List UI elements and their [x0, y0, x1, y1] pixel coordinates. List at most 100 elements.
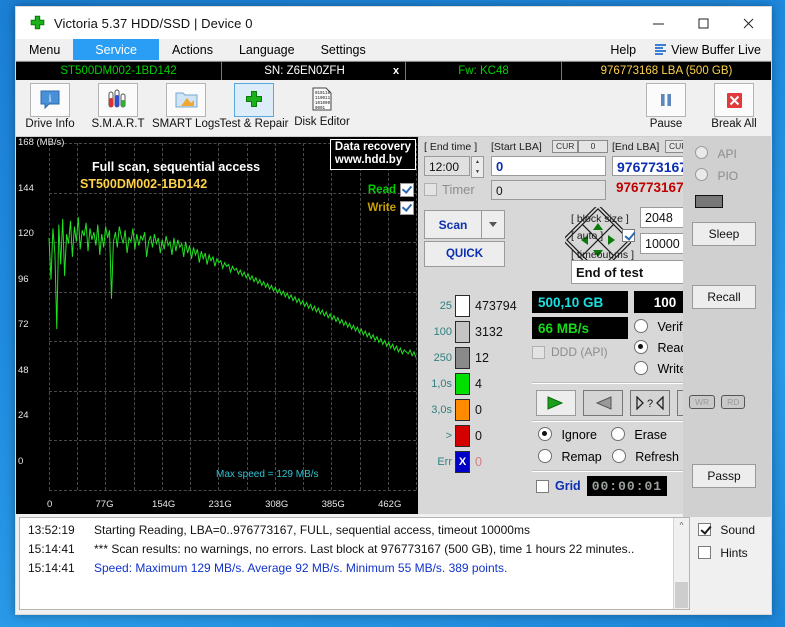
log-message: Speed: Maximum 129 MB/s. Average 92 MB/s… — [94, 561, 508, 575]
hints-option-row[interactable]: Hints — [698, 546, 768, 560]
toolbar-disk-editor-label: Disk Editor — [294, 116, 350, 128]
y-axis-tick-label: 48 — [18, 364, 29, 376]
scan-graph-panel[interactable]: 168 (MB/s) 144 120 96 72 48 24 0 0 77G 154G 231G 30… — [16, 137, 418, 514]
scrollbar-thumb[interactable] — [675, 582, 688, 608]
grid-checkbox[interactable] — [536, 479, 549, 493]
wr-button[interactable]: WR — [689, 395, 716, 409]
legend-write-row[interactable]: Write — [367, 201, 414, 215]
log-row[interactable]: 13:52:19 Starting Reading, LBA=0..9767731… — [20, 521, 673, 540]
toolbar-smart-logs-label: SMART Logs — [152, 118, 220, 130]
block-stat-threshold: 25 — [439, 300, 452, 312]
block-stat-row: 1,0s 4 — [422, 371, 530, 397]
view-buffer-live-button[interactable]: View Buffer Live — [649, 43, 767, 57]
legend-write-checkbox[interactable] — [400, 201, 414, 215]
sleep-button[interactable]: Sleep — [692, 222, 756, 246]
quick-button[interactable]: QUICK — [424, 241, 505, 267]
toolbar-drive-info-label: Drive Info — [25, 118, 75, 130]
start-lba-secondary-input[interactable]: 0 — [491, 180, 606, 200]
progress-value: 100 — [653, 294, 677, 310]
y-axis-tick-label: 24 — [18, 410, 29, 422]
scan-dropdown-button[interactable] — [481, 210, 505, 239]
api-radio-row[interactable]: API — [695, 145, 771, 163]
svg-text:110011: 110011 — [315, 97, 331, 101]
block-stat-count: 473794 — [475, 299, 517, 313]
menu-item-menu[interactable]: Menu — [16, 39, 73, 60]
menu-item-help[interactable]: Help — [597, 43, 649, 57]
log-row[interactable]: 15:14:41 Speed: Maximum 129 MB/s. Average… — [20, 559, 673, 578]
scroll-up-arrow-icon[interactable]: ^ — [674, 518, 689, 533]
toolbar-test-repair-button[interactable]: Test & Repair — [219, 80, 289, 137]
block-stat-threshold: 250 — [433, 352, 452, 364]
start-lba-input[interactable]: 0 — [491, 156, 606, 176]
menu-item-actions[interactable]: Actions — [159, 39, 226, 60]
erase-radio[interactable] — [610, 427, 625, 441]
pio-radio-row[interactable]: PIO — [695, 167, 771, 185]
block-stat-threshold: Err — [437, 456, 452, 468]
read-radio[interactable] — [634, 340, 648, 354]
minimize-button[interactable] — [636, 8, 681, 39]
scan-button[interactable]: Scan — [424, 210, 482, 239]
hints-checkbox[interactable] — [698, 546, 711, 559]
main-content: 168 (MB/s) 144 120 96 72 48 24 0 0 77G 154G 231G 30… — [16, 137, 771, 517]
menu-item-settings[interactable]: Settings — [308, 39, 379, 60]
start-lba-label: [Start LBA] — [491, 141, 542, 153]
legend-read-row[interactable]: Read — [367, 183, 414, 197]
sound-checkbox[interactable] — [698, 523, 711, 536]
drive-firmware: Fw: KC48 — [458, 65, 509, 77]
timer-checkbox-row[interactable]: Timer — [424, 182, 475, 197]
toolbar-test-repair-label: Test & Repair — [219, 118, 289, 130]
lba-controls: [ End time ] [Start LBA] CUR 0 [End LBA]… — [418, 137, 718, 287]
end-time-input[interactable]: 12:00 — [424, 156, 470, 176]
toolbar-pause-button[interactable]: Pause — [632, 80, 700, 137]
x-axis-tick-label: 462G — [378, 499, 402, 510]
timer-checkbox[interactable] — [424, 183, 437, 196]
menu-item-service[interactable]: Service — [73, 39, 159, 60]
graph-max-speed-annotation: Max speed = 129 MB/s — [216, 469, 319, 480]
chevron-down-icon — [489, 222, 497, 227]
app-icon-green-cross-icon — [24, 15, 50, 32]
toolbar-disk-editor-button[interactable]: 010110 110011 101000 0001 Disk Editor — [288, 80, 356, 137]
pio-radio[interactable] — [695, 168, 708, 181]
log-scrollbar[interactable]: ^ — [673, 518, 689, 609]
log-area: 13:52:19 Starting Reading, LBA=0..9767731… — [16, 514, 771, 614]
close-button[interactable] — [726, 8, 771, 39]
graph-subtitle: ST500DM002-1BD142 — [80, 177, 208, 191]
toolbar-break-all-button[interactable]: Break All — [700, 80, 768, 137]
victoria-main-window: Victoria 5.37 HDD/SSD | Device 0 Menu Se… — [15, 6, 772, 615]
auto-checkbox[interactable] — [622, 229, 635, 242]
window-title: Victoria 5.37 HDD/SSD | Device 0 — [54, 15, 253, 31]
refresh-label: Refresh — [635, 450, 679, 464]
toolbar-smart-logs-button[interactable]: SMART Logs — [152, 80, 220, 137]
brand-watermark[interactable]: Data recovery www.hdd.by — [329, 139, 416, 170]
recall-button[interactable]: Recall — [692, 285, 756, 309]
sound-option-row[interactable]: Sound — [698, 523, 768, 537]
api-radio[interactable] — [695, 146, 708, 159]
ddd-api-row[interactable]: DDD (API) — [532, 345, 628, 359]
toolbar-smart-button[interactable]: S.M.A.R.T — [84, 80, 152, 137]
play-forward-button[interactable] — [536, 390, 576, 416]
defect-erase-row[interactable]: Erase — [610, 426, 667, 444]
capacity-readout: 500,10 GB — [532, 291, 628, 313]
legend-read-checkbox[interactable] — [400, 183, 414, 197]
verify-radio[interactable] — [634, 319, 648, 333]
rd-button[interactable]: RD — [721, 395, 746, 409]
defect-remap-row[interactable]: Remap — [538, 448, 602, 466]
log-row[interactable]: 15:14:41 *** Scan results: no warnings, n… — [20, 540, 673, 559]
ddd-api-checkbox[interactable] — [532, 345, 545, 359]
passp-button[interactable]: Passp — [692, 464, 756, 488]
remap-radio[interactable] — [538, 449, 552, 463]
refresh-radio[interactable] — [611, 449, 626, 463]
maximize-button[interactable] — [681, 8, 726, 39]
ignore-radio[interactable] — [538, 427, 552, 441]
drive-close-button[interactable]: x — [387, 62, 405, 80]
defect-refresh-row[interactable]: Refresh — [611, 448, 679, 466]
write-radio[interactable] — [634, 361, 648, 375]
log-list[interactable]: 13:52:19 Starting Reading, LBA=0..9767731… — [19, 517, 690, 610]
toolbar-drive-info-button[interactable]: i Drive Info — [16, 80, 84, 137]
random-seek-button[interactable]: ? — [630, 390, 670, 416]
start-lba-cur-button[interactable]: CUR — [552, 140, 579, 153]
end-time-spinner[interactable]: ▲ ▼ — [471, 156, 484, 178]
defect-ignore-row[interactable]: Ignore — [538, 426, 597, 444]
play-reverse-button[interactable] — [583, 390, 623, 416]
menu-item-language[interactable]: Language — [226, 39, 308, 60]
